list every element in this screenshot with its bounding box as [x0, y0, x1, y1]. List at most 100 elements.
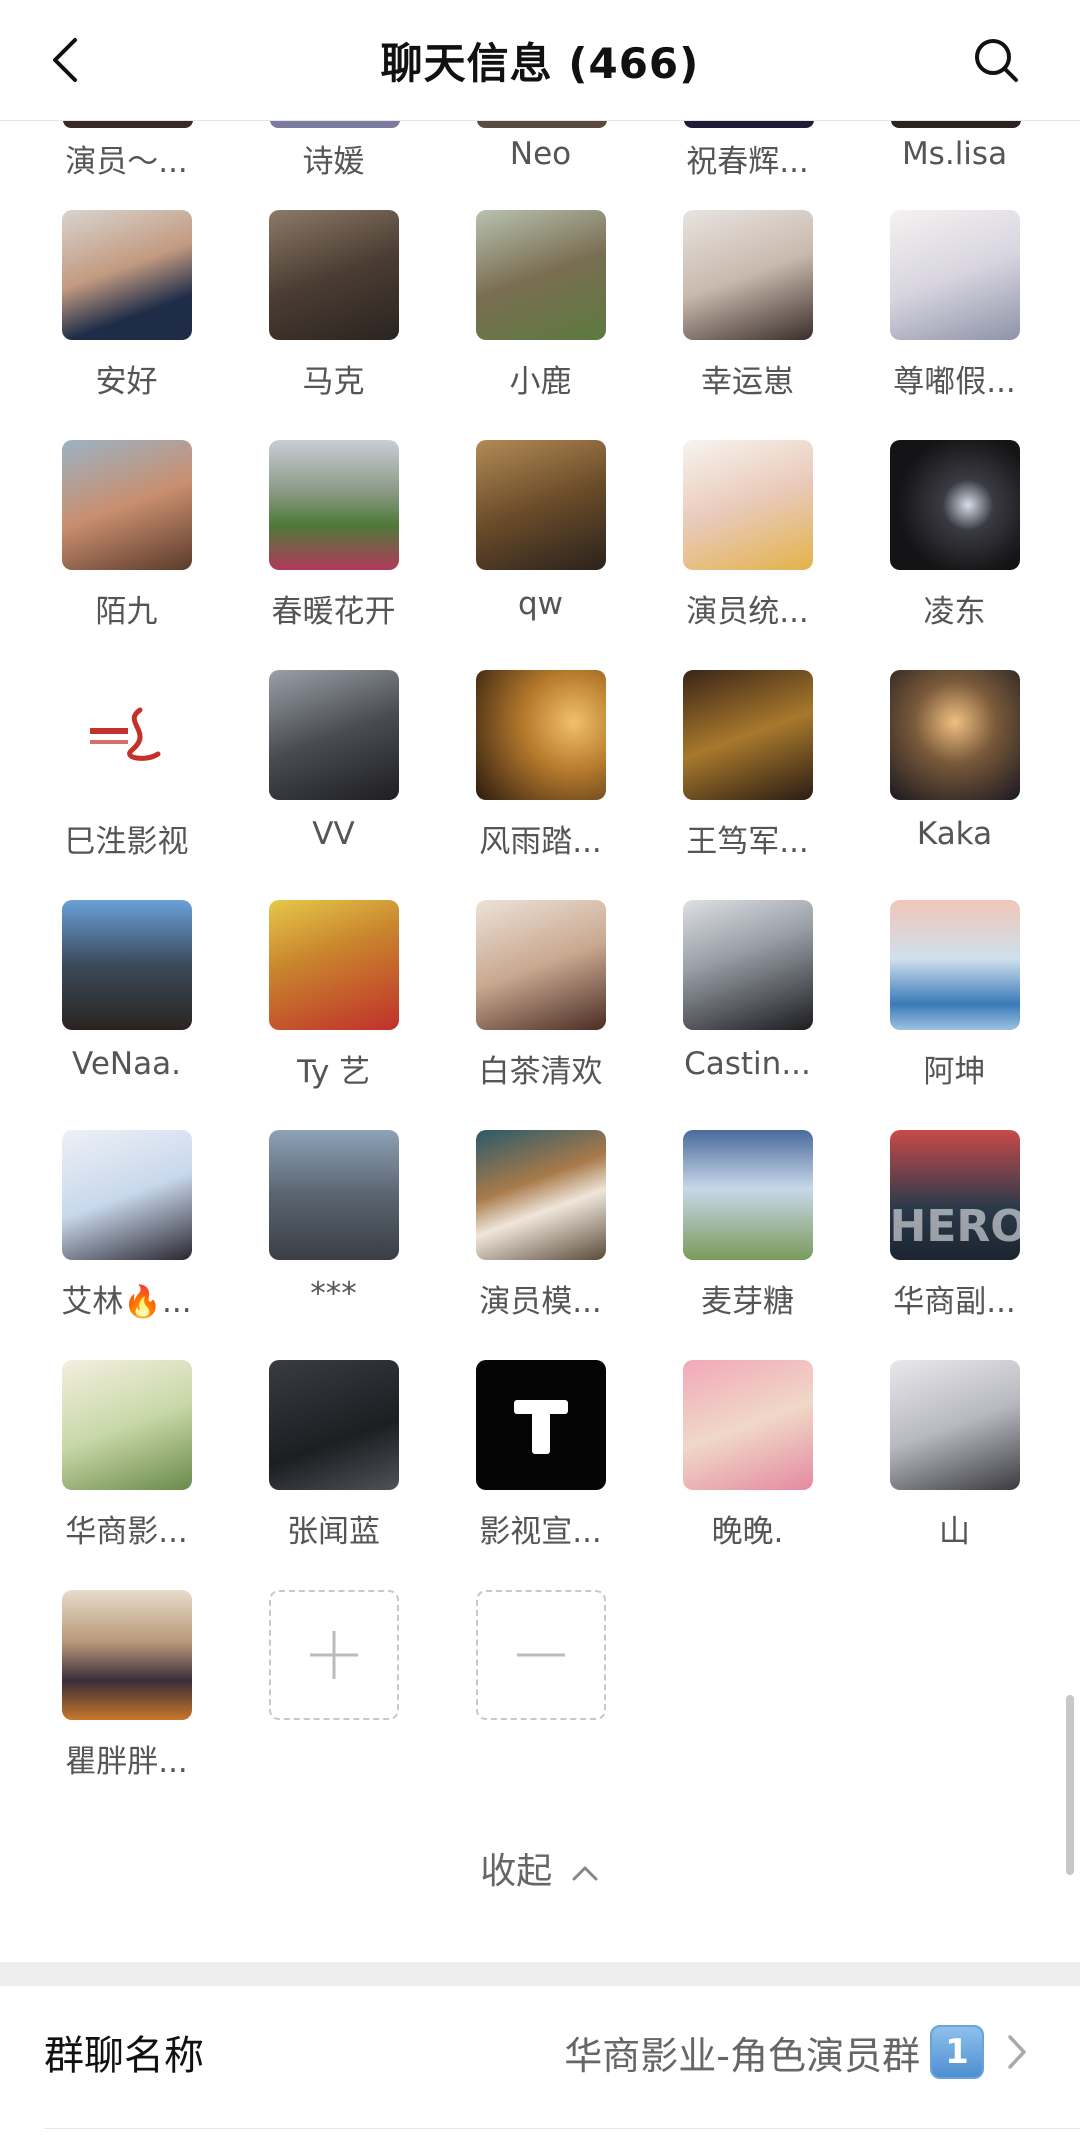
group-name-label: 群聊名称 — [44, 2033, 204, 2079]
member-name: 祝春辉... — [686, 144, 809, 180]
search-icon — [975, 39, 1018, 82]
avatar — [268, 900, 399, 1030]
plus-icon — [268, 1590, 399, 1720]
member-item[interactable]: Neo — [437, 120, 644, 190]
member-item[interactable]: qw — [437, 420, 644, 650]
remove-member-button[interactable] — [437, 1570, 644, 1800]
member-name: 诗媛 — [302, 144, 365, 180]
member-item[interactable]: 小鹿 — [437, 190, 644, 420]
member-item[interactable]: 影视宣... — [437, 1340, 644, 1570]
t-logo-icon — [513, 1400, 568, 1454]
collapse-button[interactable]: 收起 — [0, 1842, 1080, 1894]
member-name: 春暖花开 — [271, 594, 396, 630]
group-name-value-wrap: 华商影业-角色演员群 1 — [564, 2025, 984, 2080]
member-item[interactable]: 山 — [851, 1340, 1058, 1570]
member-item[interactable]: 晚晚. — [644, 1340, 851, 1570]
member-item[interactable]: 陌九 — [23, 420, 230, 650]
member-item[interactable]: Kaka — [851, 650, 1058, 880]
member-item[interactable]: 华商影... — [23, 1340, 230, 1570]
back-button[interactable] — [36, 30, 96, 90]
member-name: 瞿胖胖... — [65, 1744, 188, 1780]
member-name: 演员统... — [686, 594, 809, 630]
member-item[interactable]: 白茶清欢 — [437, 880, 644, 1110]
search-button[interactable] — [968, 32, 1024, 88]
avatar — [475, 670, 606, 800]
member-name: 艾林🔥... — [61, 1284, 192, 1320]
member-name: 晚晚. — [711, 1514, 784, 1550]
avatar — [268, 1360, 399, 1490]
member-item[interactable]: 演员模... — [437, 1110, 644, 1340]
member-item[interactable]: 风雨踏... — [437, 650, 644, 880]
navigation-bar: 聊天信息 (466) — [0, 0, 1080, 121]
member-name: Ms.lisa — [901, 136, 1008, 172]
section-divider — [0, 1962, 1080, 1986]
avatar — [889, 900, 1020, 1030]
member-name: 幸运崽 — [701, 364, 794, 400]
member-name: 小鹿 — [509, 364, 572, 400]
group-name-value: 华商影业-角色演员群 — [564, 2033, 920, 2078]
collapse-label: 收起 — [480, 1851, 553, 1892]
member-item[interactable]: 诗媛 — [230, 120, 437, 190]
member-item[interactable]: 幸运崽 — [644, 190, 851, 420]
member-item[interactable]: VV — [230, 650, 437, 880]
avatar — [684, 120, 814, 128]
member-item[interactable]: *** — [230, 1110, 437, 1340]
avatar — [889, 1360, 1020, 1490]
avatar-text: HERO — [889, 1201, 1020, 1252]
member-item[interactable]: 王笃军... — [644, 650, 851, 880]
member-name: 麦芽糖 — [701, 1284, 794, 1320]
member-name: 风雨踏... — [479, 824, 602, 860]
member-item[interactable]: 春暖花开 — [230, 420, 437, 650]
avatar — [475, 440, 606, 570]
member-name: Castin... — [684, 1046, 811, 1082]
member-item[interactable]: 张闻蓝 — [230, 1340, 437, 1570]
member-item[interactable]: VeNaa. — [23, 880, 230, 1110]
group-name-row[interactable]: 群聊名称 华商影业-角色演员群 1 — [0, 1986, 1080, 2118]
member-name: 华商副... — [893, 1284, 1016, 1320]
avatar — [268, 1130, 399, 1260]
avatar — [61, 1590, 192, 1720]
member-name: qw — [517, 586, 564, 622]
member-item[interactable]: 演员统... — [644, 420, 851, 650]
member-item[interactable]: Ms.lisa — [851, 120, 1058, 190]
member-item[interactable]: 祝春辉... — [644, 120, 851, 190]
member-item[interactable]: 安好 — [23, 190, 230, 420]
logo — [475, 1360, 606, 1490]
avatar — [682, 670, 813, 800]
add-member-button[interactable] — [230, 1570, 437, 1800]
member-name: Ty 艺 — [296, 1054, 371, 1090]
member-name: VeNaa. — [72, 1046, 181, 1082]
member-name: 影视宣... — [479, 1514, 602, 1550]
page-title: 聊天信息 (466) — [380, 38, 700, 88]
member-item[interactable]: Ty 艺 — [230, 880, 437, 1110]
member-item[interactable]: 艾林🔥... — [23, 1110, 230, 1340]
member-name: 阿坤 — [923, 1054, 986, 1090]
scrollbar[interactable] — [1066, 1695, 1074, 1875]
member-item[interactable]: 马克 — [230, 190, 437, 420]
member-name: 安好 — [95, 364, 158, 400]
avatar — [268, 440, 399, 570]
member-item[interactable]: 演员～... — [23, 120, 230, 190]
member-name: *** — [310, 1276, 357, 1312]
member-name: 马克 — [302, 364, 365, 400]
member-name: VV — [312, 816, 355, 852]
member-item[interactable]: Castin... — [644, 880, 851, 1110]
avatar — [682, 210, 813, 340]
avatar — [61, 1360, 192, 1490]
member-name: Kaka — [916, 816, 993, 852]
chat-info-page: 聊天信息 (466) 演员～... 诗媛 Neo 祝春辉... Ms.lisa 安好 马克… — [0, 0, 1080, 2155]
member-item[interactable]: 麦芽糖 — [644, 1110, 851, 1340]
member-item[interactable]: 凌东 — [851, 420, 1058, 650]
avatar — [63, 120, 193, 128]
member-item[interactable]: 尊嘟假... — [851, 190, 1058, 420]
member-name: 张闻蓝 — [287, 1514, 380, 1550]
member-item[interactable]: 阿坤 — [851, 880, 1058, 1110]
member-item[interactable]: 瞿胖胖... — [23, 1570, 230, 1800]
chevron-left-icon — [53, 38, 77, 82]
member-item[interactable]: 巳泩影视 — [23, 650, 230, 880]
member-item[interactable]: HERO 华商副... — [851, 1110, 1058, 1340]
avatar — [270, 120, 400, 128]
member-grid: 安好 马克 小鹿 幸运崽 尊嘟假... 陌九 春暖花开 qw 演员统... 凌东巳泩影视 VV 风雨踏… — [23, 190, 1080, 1800]
avatar — [61, 210, 192, 340]
member-name: 尊嘟假... — [893, 364, 1016, 400]
